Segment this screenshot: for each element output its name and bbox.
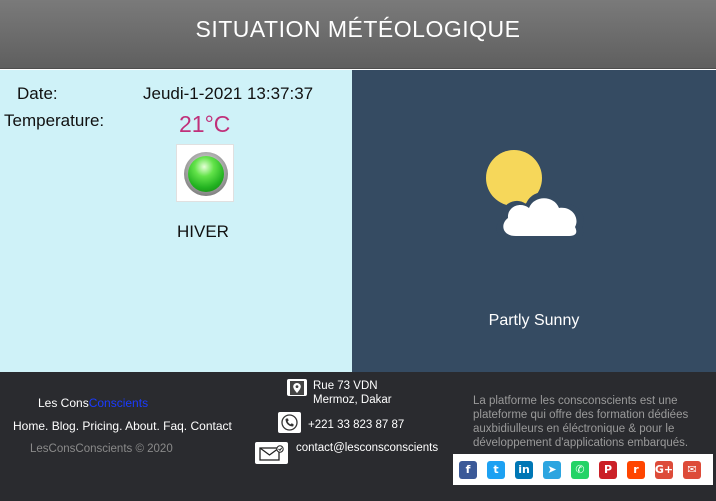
- footer-brand: Les ConsConscients: [38, 396, 148, 410]
- nav-faq-link[interactable]: Faq.: [163, 419, 187, 433]
- map-marker-icon: [287, 379, 307, 396]
- footer-nav: Home. Blog. Pricing. About. Faq. Contact: [13, 419, 232, 433]
- email-address[interactable]: contact@lesconsconscients: [296, 442, 438, 454]
- weather-panel: Partly Sunny: [352, 70, 716, 372]
- temperature-label: Temperature:: [4, 111, 105, 130]
- nav-contact-link[interactable]: Contact: [190, 419, 231, 433]
- green-led-icon: [176, 144, 234, 202]
- social-share-bar: f t in ➤ ✆ P r G+ ✉: [453, 454, 713, 485]
- facebook-icon[interactable]: f: [459, 460, 477, 479]
- brand-text: Les Cons: [38, 396, 89, 410]
- nav-blog-link[interactable]: Blog.: [52, 419, 79, 433]
- temperature-value: 21°C: [179, 111, 231, 137]
- weather-condition: Partly Sunny: [488, 312, 580, 329]
- telegram-icon[interactable]: ➤: [543, 460, 561, 479]
- page-title: SITUATION MÉTÉOLOGIQUE: [195, 16, 521, 42]
- site-footer: Les ConsConscients Home. Blog. Pricing. …: [0, 372, 716, 501]
- address-text: Rue 73 VDN Mermoz, Dakar: [313, 379, 392, 407]
- page-header: SITUATION MÉTÉOLOGIQUE: [0, 0, 716, 69]
- email-share-icon[interactable]: ✉: [683, 460, 701, 479]
- partly-sunny-icon: [486, 150, 584, 240]
- address-line1: Rue 73 VDN: [313, 380, 378, 392]
- google-plus-icon[interactable]: G+: [655, 460, 673, 479]
- brand-accent-text: Conscients: [88, 396, 149, 410]
- nav-home-link[interactable]: Home.: [13, 419, 48, 433]
- station-info-panel: Date: Jeudi-1-2021 13:37:37 Temperature:…: [0, 70, 352, 372]
- date-value: Jeudi-1-2021 13:37:37: [143, 84, 314, 103]
- nav-about-link[interactable]: About.: [125, 419, 160, 433]
- linkedin-icon[interactable]: in: [515, 460, 533, 479]
- about-text: La platforme les consconscients est une …: [473, 395, 689, 449]
- led-core: [188, 156, 224, 192]
- pinterest-icon[interactable]: P: [599, 460, 617, 479]
- reddit-icon[interactable]: r: [627, 460, 645, 479]
- nav-pricing-link[interactable]: Pricing.: [82, 419, 122, 433]
- envelope-icon: [255, 442, 288, 464]
- copyright-text: LesConsConscients © 2020: [30, 443, 173, 455]
- season-label: HIVER: [177, 222, 229, 241]
- phone-number[interactable]: +221 33 823 87 87: [308, 419, 404, 431]
- date-label: Date:: [17, 84, 58, 103]
- phone-icon: [278, 412, 301, 433]
- twitter-icon[interactable]: t: [487, 460, 505, 479]
- whatsapp-icon[interactable]: ✆: [571, 460, 589, 479]
- address-line2: Mermoz, Dakar: [313, 394, 392, 406]
